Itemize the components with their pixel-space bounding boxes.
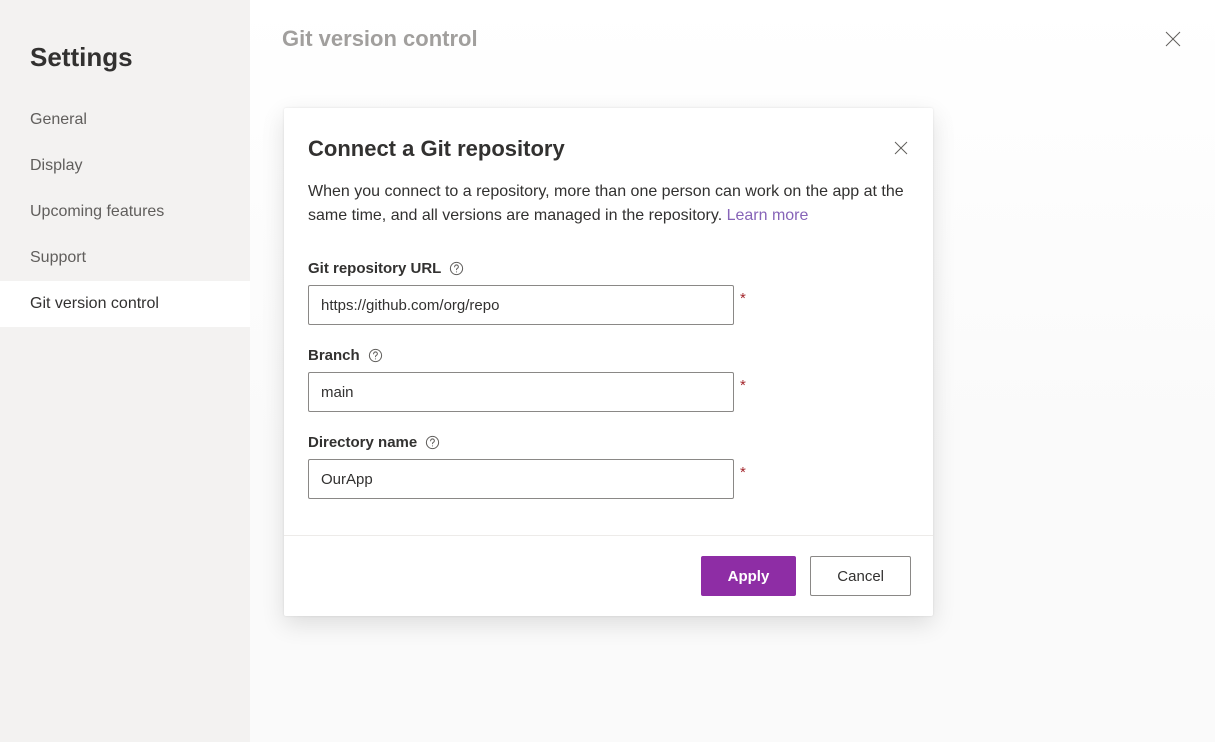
sidebar-item-label: General [30, 111, 87, 128]
dialog-header: Connect a Git repository [308, 136, 909, 162]
dialog-description-text: When you connect to a repository, more t… [308, 183, 904, 224]
sidebar-title: Settings [0, 42, 250, 97]
dialog-close-button[interactable] [893, 140, 909, 156]
input-row: * [308, 459, 909, 499]
settings-sidebar: Settings General Display Upcoming featur… [0, 0, 250, 742]
required-marker: * [740, 465, 746, 480]
sidebar-item-label: Upcoming features [30, 203, 164, 220]
required-marker: * [740, 291, 746, 306]
sidebar-item-label: Git version control [30, 295, 159, 312]
cancel-button[interactable]: Cancel [810, 556, 911, 596]
close-panel-button[interactable] [1163, 29, 1183, 49]
dialog-footer: Apply Cancel [284, 535, 933, 616]
dialog-description: When you connect to a repository, more t… [308, 180, 909, 228]
sidebar-item-label: Display [30, 157, 82, 174]
required-marker: * [740, 378, 746, 393]
connect-git-dialog: Connect a Git repository When you connec… [284, 108, 933, 616]
input-row: * [308, 372, 909, 412]
main-header: Git version control [250, 0, 1215, 52]
sidebar-item-general[interactable]: General [0, 97, 250, 143]
dialog-title: Connect a Git repository [308, 136, 565, 162]
question-circle-icon [425, 435, 440, 450]
repo-url-label: Git repository URL [308, 260, 441, 277]
close-icon [893, 140, 909, 156]
sidebar-item-label: Support [30, 249, 86, 266]
branch-input[interactable] [308, 372, 734, 412]
dialog-body: Connect a Git repository When you connec… [284, 108, 933, 535]
apply-button[interactable]: Apply [701, 556, 797, 596]
sidebar-item-display[interactable]: Display [0, 143, 250, 189]
help-icon[interactable] [425, 435, 440, 450]
field-label-row: Branch [308, 347, 909, 364]
field-group-directory: Directory name * [308, 434, 909, 499]
learn-more-link[interactable]: Learn more [727, 207, 809, 224]
field-label-row: Directory name [308, 434, 909, 451]
repo-url-input[interactable] [308, 285, 734, 325]
sidebar-item-git-version-control[interactable]: Git version control [0, 281, 250, 327]
directory-label: Directory name [308, 434, 417, 451]
input-row: * [308, 285, 909, 325]
sidebar-item-support[interactable]: Support [0, 235, 250, 281]
sidebar-item-upcoming-features[interactable]: Upcoming features [0, 189, 250, 235]
close-icon [1163, 29, 1183, 49]
field-label-row: Git repository URL [308, 260, 909, 277]
field-group-repo-url: Git repository URL * [308, 260, 909, 325]
directory-input[interactable] [308, 459, 734, 499]
field-group-branch: Branch * [308, 347, 909, 412]
question-circle-icon [368, 348, 383, 363]
help-icon[interactable] [368, 348, 383, 363]
branch-label: Branch [308, 347, 360, 364]
question-circle-icon [449, 261, 464, 276]
help-icon[interactable] [449, 261, 464, 276]
page-title: Git version control [282, 26, 478, 52]
